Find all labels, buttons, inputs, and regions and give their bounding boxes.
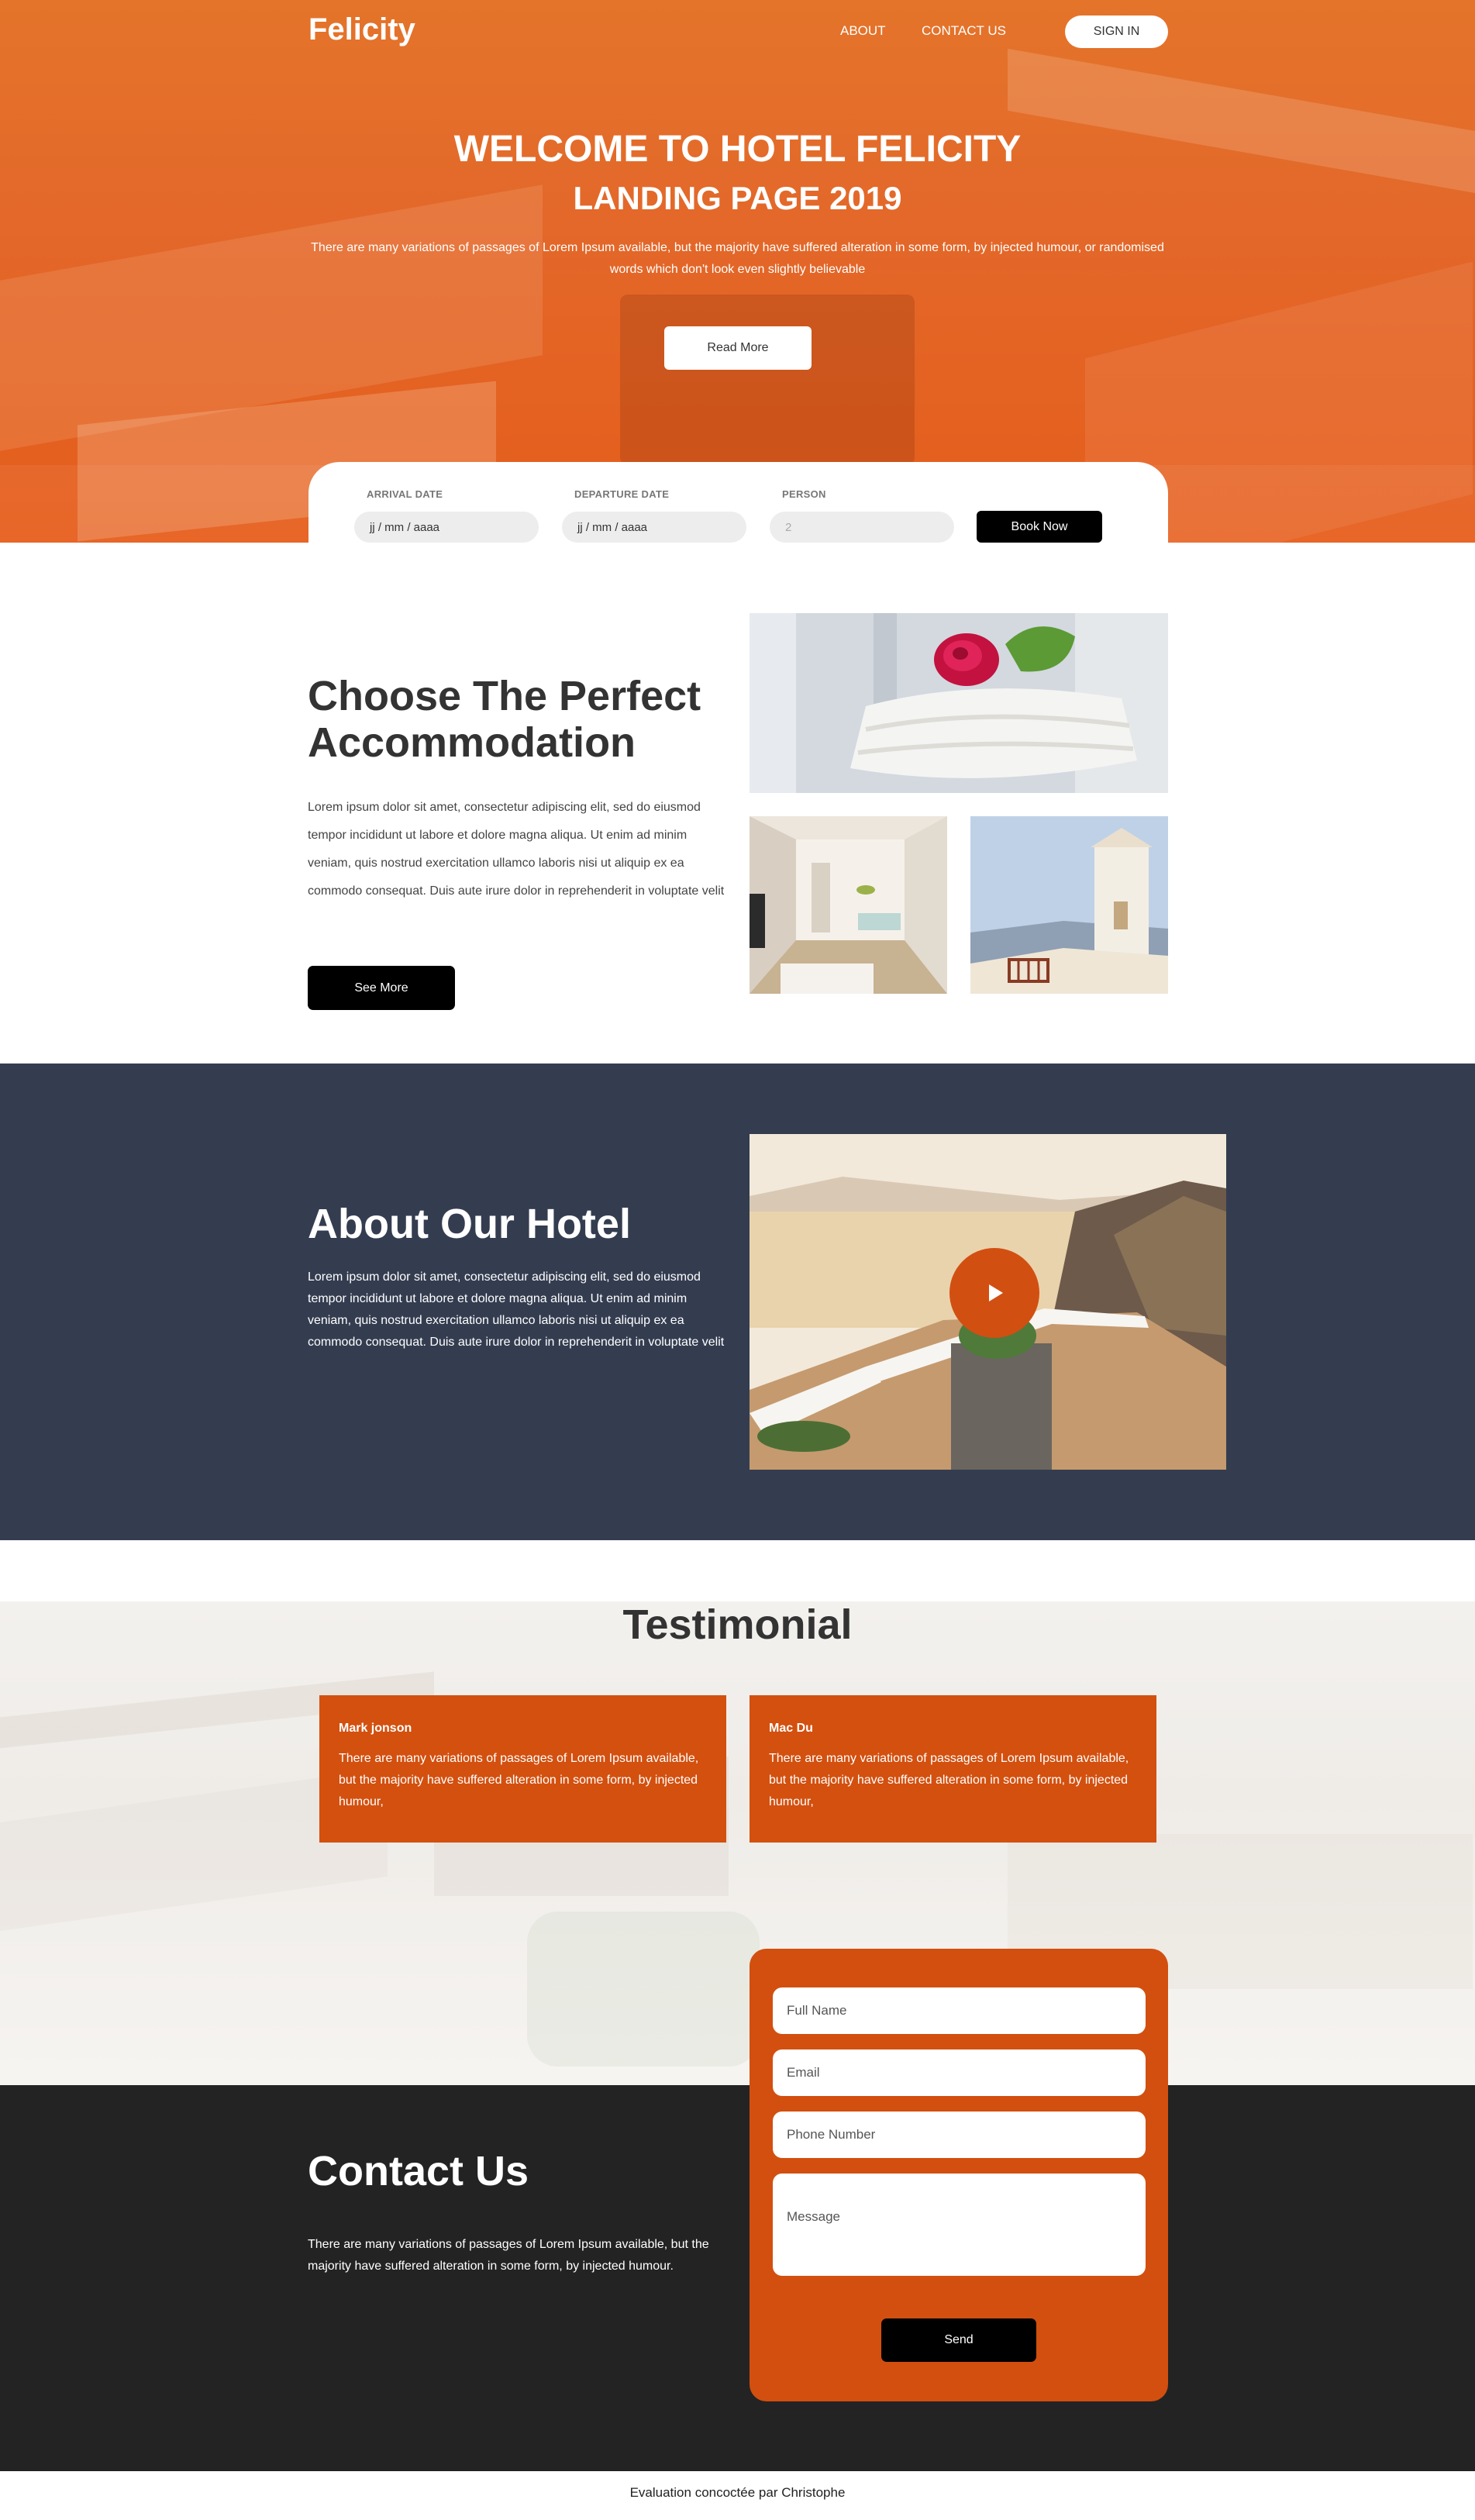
accommodation-text: Lorem ipsum dolor sit amet, consectetur … [308, 801, 725, 898]
nav-contact-link[interactable]: CONTACT US [922, 23, 1006, 39]
testimonial-author: Mac Du [769, 1722, 813, 1735]
send-button[interactable]: Send [881, 2318, 1036, 2362]
accommodation-title: Choose The Perfect Accommodation [308, 673, 701, 766]
about-section [0, 1064, 1475, 1540]
testimonial-card: Mark jonson There are many variations of… [319, 1695, 726, 1843]
play-icon [989, 1284, 1003, 1301]
room-illustration [750, 816, 947, 994]
departure-date-input[interactable]: jj / mm / aaaa [562, 512, 746, 543]
phone-field[interactable]: Phone Number [773, 2111, 1146, 2158]
windmill-image [970, 816, 1168, 994]
contact-text: There are many variations of passages of… [308, 2238, 709, 2273]
book-now-button[interactable]: Book Now [977, 511, 1102, 543]
arrival-date-label: ARRIVAL DATE [367, 488, 443, 500]
play-button[interactable] [949, 1248, 1039, 1338]
person-label: PERSON [782, 488, 826, 500]
footer-credit: Evaluation concoctée par Christophe [629, 2485, 846, 2500]
testimonial-section [0, 1601, 1475, 2085]
testimonial-text: There are many variations of passages of… [769, 1752, 1129, 1808]
logo[interactable]: Felicity [308, 12, 415, 47]
testimonial-title: Testimonial [622, 1601, 853, 1648]
email-field[interactable]: Email [773, 2049, 1146, 2096]
contact-title: Contact Us [308, 2148, 529, 2194]
hero-subtitle: LANDING PAGE 2019 [573, 180, 902, 216]
windmill-illustration [970, 816, 1168, 994]
hero-bg-stonewall [620, 295, 915, 465]
hero-text: There are many variations of passages of… [311, 241, 1164, 276]
person-input[interactable]: 2 [770, 512, 954, 543]
message-field[interactable]: Message [773, 2174, 1146, 2276]
testimonial-card: Mac Du There are many variations of pass… [750, 1695, 1156, 1843]
arrival-date-input[interactable]: jj / mm / aaaa [354, 512, 539, 543]
testimonial-author: Mark jonson [339, 1722, 412, 1735]
hero-bg-wall [1008, 48, 1475, 200]
towel-rose-image [750, 613, 1168, 793]
hero-title: WELCOME TO HOTEL FELICITY [453, 129, 1022, 170]
contact-section [0, 2085, 1475, 2471]
full-name-field[interactable]: Full Name [773, 1987, 1146, 2034]
nav-about-link[interactable]: ABOUT [840, 23, 886, 39]
room-image [750, 816, 947, 994]
see-more-button[interactable]: See More [308, 966, 455, 1010]
about-title: About Our Hotel [308, 1201, 631, 1247]
signin-button[interactable]: SIGN IN [1065, 16, 1168, 48]
towel-rose-illustration [750, 613, 1168, 793]
departure-date-label: DEPARTURE DATE [574, 488, 670, 500]
about-text: Lorem ipsum dolor sit amet, consectetur … [308, 1270, 725, 1349]
testimonial-text: There are many variations of passages of… [339, 1752, 699, 1808]
read-more-button[interactable]: Read More [664, 326, 812, 370]
